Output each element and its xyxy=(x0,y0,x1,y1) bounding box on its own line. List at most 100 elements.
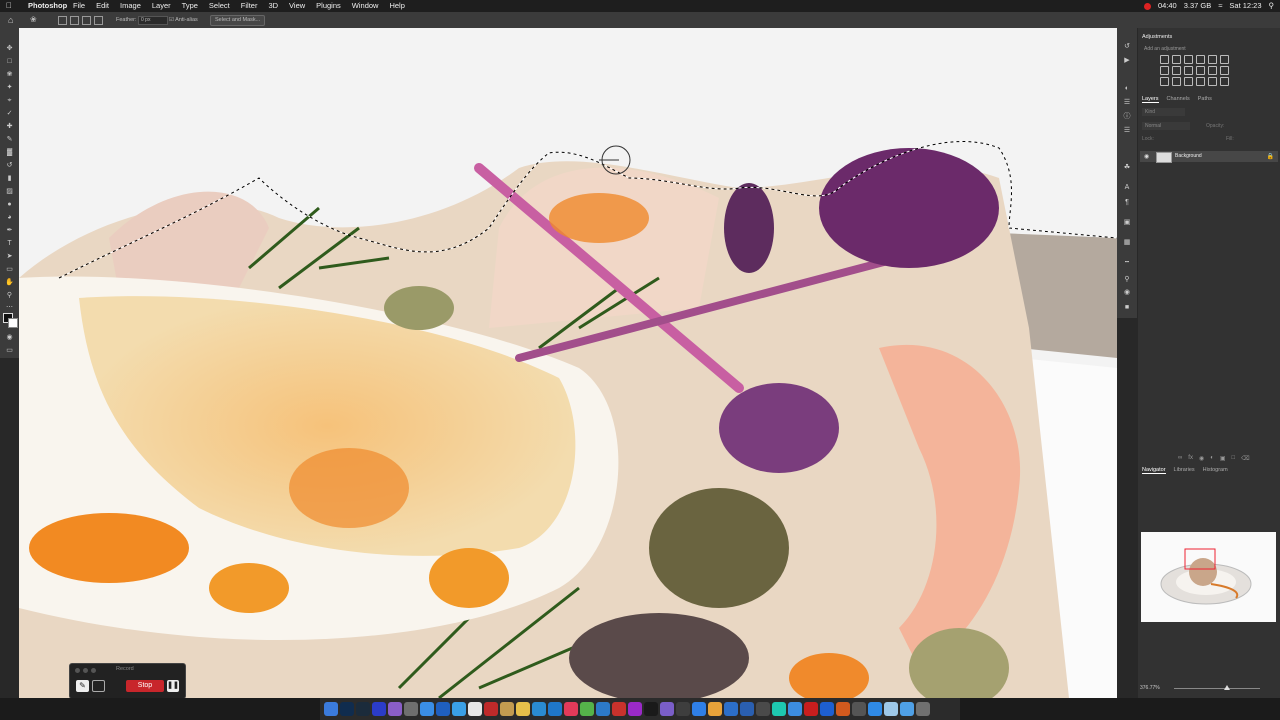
menu-plugins[interactable]: Plugins xyxy=(316,0,341,12)
select-and-mask-button[interactable]: Select and Mask... xyxy=(210,15,266,26)
tab-channels[interactable]: Channels xyxy=(1167,96,1190,103)
safari-icon[interactable] xyxy=(420,702,434,716)
navigator-zoom-level[interactable]: 376.77% xyxy=(1140,685,1160,691)
menu-type[interactable]: Type xyxy=(182,0,198,12)
opera-icon[interactable] xyxy=(804,702,818,716)
notes-icon[interactable]: ■ xyxy=(1122,303,1132,313)
brushes-icon[interactable]: ☘ xyxy=(1122,163,1132,173)
lasso-tool-icon[interactable]: ❀ xyxy=(5,70,14,79)
channel-mixer-icon[interactable] xyxy=(1208,66,1217,75)
pen-tool-icon[interactable]: ✒ xyxy=(5,226,14,235)
hand-tool-icon[interactable]: ✋ xyxy=(5,278,14,287)
feather-input[interactable]: 0 px xyxy=(138,16,168,25)
actions-play-icon[interactable]: ▶ xyxy=(1122,56,1132,66)
screen-mode-icon[interactable]: ▭ xyxy=(5,346,14,355)
fx-icon[interactable]: fx xyxy=(1188,455,1193,462)
clone-stamp-icon[interactable]: ▓ xyxy=(5,148,14,157)
character-icon[interactable]: A xyxy=(1122,183,1132,193)
navigator-preview[interactable] xyxy=(1141,532,1276,622)
brightness-icon[interactable] xyxy=(1160,55,1169,64)
hue-icon[interactable] xyxy=(1160,66,1169,75)
posterize-icon[interactable] xyxy=(1172,77,1181,86)
viber-icon[interactable] xyxy=(660,702,674,716)
menu-filter[interactable]: Filter xyxy=(241,0,258,12)
numbers-icon[interactable] xyxy=(580,702,594,716)
trash-icon[interactable]: ⌫ xyxy=(1241,455,1249,462)
mask-icon[interactable]: ◉ xyxy=(1199,455,1204,462)
terminal-icon[interactable] xyxy=(756,702,770,716)
group-icon[interactable]: ▣ xyxy=(1220,455,1226,462)
menu-3d[interactable]: 3D xyxy=(268,0,278,12)
cyberduck-icon[interactable] xyxy=(724,702,738,716)
new-selection-icon[interactable] xyxy=(58,16,67,25)
vlc-icon[interactable] xyxy=(708,702,722,716)
swatches-icon[interactable]: ▦ xyxy=(1122,238,1132,248)
vibrance-icon[interactable] xyxy=(1208,55,1217,64)
history-brush-icon[interactable]: ↺ xyxy=(5,161,14,170)
adjustments-icon[interactable]: ◐ xyxy=(1122,84,1132,94)
navigator-zoom-slider[interactable] xyxy=(1174,688,1260,689)
glyphs-icon[interactable]: ⚲ xyxy=(1122,275,1132,285)
menu-view[interactable]: View xyxy=(289,0,305,12)
curves-icon[interactable] xyxy=(1184,55,1193,64)
wifi-icon[interactable]: ≈ xyxy=(1218,0,1222,12)
menu-image[interactable]: Image xyxy=(120,0,141,12)
add-to-selection-icon[interactable] xyxy=(70,16,79,25)
app-store-icon[interactable] xyxy=(452,702,466,716)
tab-histogram[interactable]: Histogram xyxy=(1203,467,1228,474)
telegram-icon[interactable] xyxy=(532,702,546,716)
gradient-tool-icon[interactable]: ▨ xyxy=(5,187,14,196)
music-icon[interactable] xyxy=(564,702,578,716)
xcode-icon[interactable] xyxy=(676,702,690,716)
info-icon[interactable]: ⓘ xyxy=(1122,112,1132,122)
mail-icon[interactable] xyxy=(436,702,450,716)
menu-select[interactable]: Select xyxy=(209,0,230,12)
kind-filter[interactable]: Kind xyxy=(1142,108,1185,116)
more-tools-icon[interactable]: ⋯ xyxy=(5,303,14,312)
siri-icon[interactable] xyxy=(388,702,402,716)
documents-folder-icon[interactable] xyxy=(884,702,898,716)
lightroom-icon[interactable] xyxy=(356,702,370,716)
close-dot-icon[interactable] xyxy=(75,668,80,673)
apple-icon[interactable]:  xyxy=(6,0,12,12)
color-balance-icon[interactable] xyxy=(1172,66,1181,75)
frame-icon[interactable] xyxy=(92,680,105,692)
gradient-map-icon[interactable] xyxy=(1196,77,1205,86)
brush-tool-icon[interactable]: ✎ xyxy=(5,135,14,144)
blur-tool-icon[interactable]: ● xyxy=(5,200,14,209)
notes-icon[interactable] xyxy=(500,702,514,716)
tab-navigator[interactable]: Navigator xyxy=(1142,467,1166,474)
settings-icon[interactable] xyxy=(836,702,850,716)
history-icon[interactable]: ↺ xyxy=(1122,42,1132,52)
acrobat-icon[interactable] xyxy=(612,702,626,716)
blend-mode-select[interactable]: Normal xyxy=(1142,122,1190,130)
eyedropper-tool-icon[interactable]: ✓ xyxy=(5,109,14,118)
pause-button-icon[interactable]: ❚❚ xyxy=(167,680,179,692)
quick-mask-icon[interactable]: ◉ xyxy=(5,333,14,342)
exposure-icon[interactable] xyxy=(1196,55,1205,64)
crop-tool-icon[interactable]: ⌖ xyxy=(5,96,14,105)
home-icon[interactable]: ⌂ xyxy=(8,12,13,28)
link-icon[interactable]: ∞ xyxy=(1178,455,1182,462)
extra-adjust-icon[interactable] xyxy=(1220,77,1229,86)
properties-icon[interactable]: ☰ xyxy=(1122,126,1132,136)
capcut-icon[interactable] xyxy=(772,702,786,716)
menu-window[interactable]: Window xyxy=(352,0,379,12)
paragraph-icon[interactable]: ¶ xyxy=(1122,198,1132,208)
layers-icon[interactable]: ☰ xyxy=(1122,98,1132,108)
stickies-icon[interactable] xyxy=(516,702,530,716)
lookup-icon[interactable] xyxy=(1220,66,1229,75)
subtract-selection-icon[interactable] xyxy=(82,16,91,25)
trash-dock-icon[interactable] xyxy=(916,702,930,716)
layer-row-background[interactable]: ◉ Background 🔒 xyxy=(1140,151,1278,163)
folder-icon[interactable] xyxy=(900,702,914,716)
threshold-icon[interactable] xyxy=(1184,77,1193,86)
search-icon[interactable]: ⚲ xyxy=(1269,0,1275,12)
intersect-selection-icon[interactable] xyxy=(94,16,103,25)
menu-file[interactable]: File xyxy=(73,0,85,12)
messenger-icon[interactable] xyxy=(548,702,562,716)
move-tool-icon[interactable]: ✥ xyxy=(5,44,14,53)
premiere-icon[interactable] xyxy=(628,702,642,716)
invert-icon[interactable] xyxy=(1160,77,1169,86)
new-layer-icon[interactable]: □ xyxy=(1232,455,1236,462)
